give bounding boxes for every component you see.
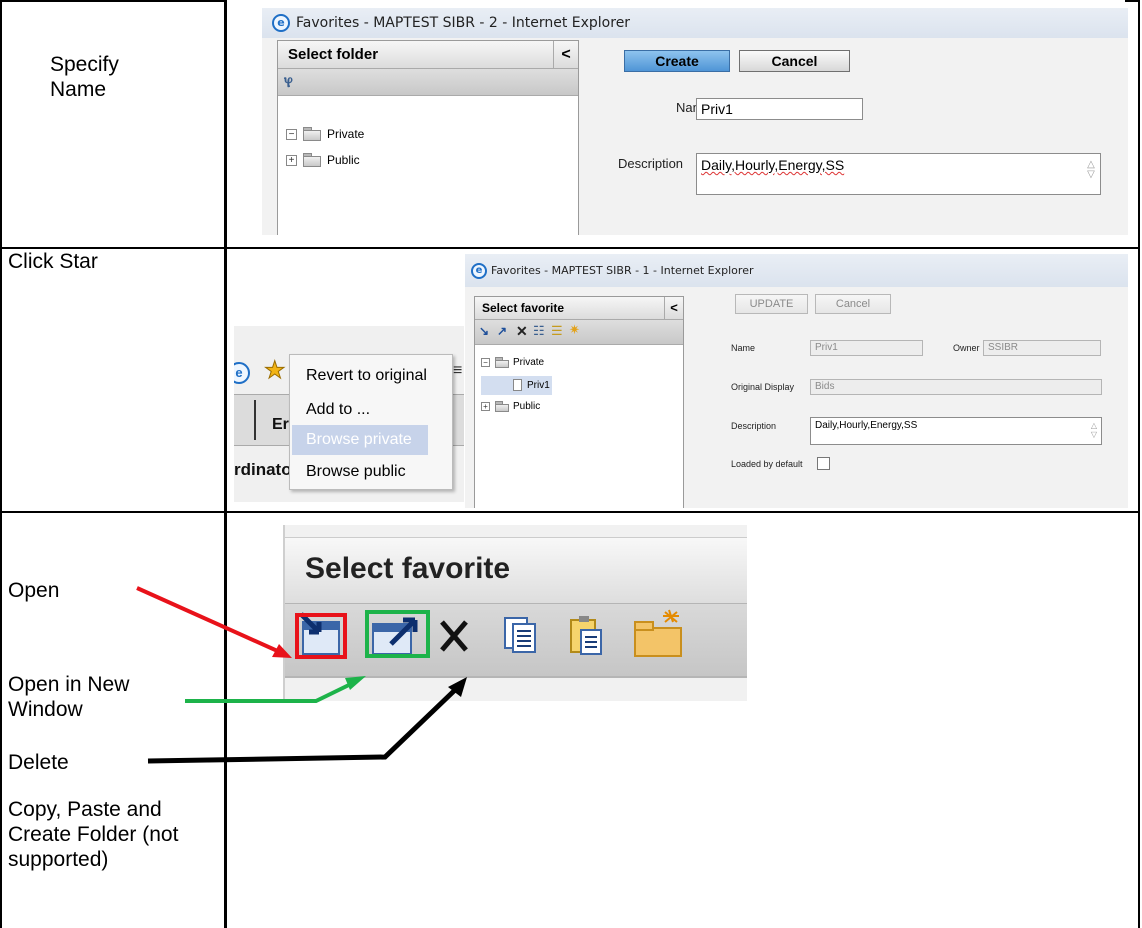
tree-item-private[interactable]: − Private [286,127,364,141]
menu-item-add-to[interactable]: Add to ... [306,401,370,419]
ie-icon: e [471,262,487,279]
copy-icon[interactable]: ☷ [533,323,545,339]
collapse-toggle-icon[interactable]: − [286,128,297,140]
binoculars-icon[interactable]: Ⳡ [284,74,293,91]
owner-input[interactable]: SSIBR [983,340,1101,356]
tree-label: Priv1 [527,379,550,391]
folder-icon [495,401,509,412]
name-input[interactable]: Priv1 [696,98,863,120]
name-label: Name [731,343,756,353]
favorites-window-1: e Favorites - MAPTEST SIBR - 2 - Interne… [262,8,1128,235]
paste-icon[interactable] [570,616,602,655]
tree-label: Private [513,357,545,368]
expand-toggle-icon[interactable]: + [286,154,297,166]
favorites-star-icon[interactable]: ★ [264,356,286,385]
tree-label: Public [327,153,360,167]
red-arrow [136,586,292,658]
window-title: Favorites - MAPTEST SIBR - 2 - Internet … [296,15,631,31]
description-label: Description [731,421,777,431]
original-display-input[interactable]: Bids [810,379,1102,395]
tree-item-public[interactable]: + Public [481,401,540,412]
window-title: Favorites - MAPTEST SIBR - 1 - Internet … [491,264,754,277]
delete-icon[interactable]: ✕ [516,323,528,340]
collapse-icon[interactable]: < [553,41,578,68]
loaded-by-default-checkbox[interactable] [817,457,830,470]
folder-icon [303,153,321,167]
select-folder-panel: Select folder < Ⳡ − Private + Public [277,40,579,235]
description-text: Daily,Hourly,Energy,SS [701,157,845,173]
panel-toolbar: Ⳡ [278,69,578,96]
tree-label: Private [327,127,365,141]
create-button[interactable]: Create [624,50,730,72]
loaded-by-default-label: Loaded by default [731,459,803,469]
owner-label: Owner [953,343,980,353]
table-column-divider [224,0,227,928]
list-icon: ≡ [453,362,463,379]
open-new-window-icon[interactable]: ↗ [497,324,507,338]
collapse-toggle-icon[interactable]: − [481,358,490,367]
create-folder-icon[interactable] [634,609,682,657]
scroll-arrows-icon: △ ▽ [1090,421,1098,439]
update-button[interactable]: UPDATE [735,294,808,314]
description-textarea[interactable]: Daily,Hourly,Energy,SS △ ▽ [810,417,1102,445]
table-row-divider-1 [0,247,1140,249]
description-text: Daily,Hourly,Energy,SS [815,420,918,431]
cancel-button[interactable]: Cancel [815,294,891,314]
context-menu: Revert to original Add to ... Browse pri… [289,354,453,490]
window-title-bar: e Favorites - MAPTEST SIBR - 2 - Interne… [262,8,1128,38]
partial-text: rdinato [234,460,292,479]
black-arrow [147,677,467,764]
panel-toolbar: ↘ ↗ ✕ ☷ ☰ ✷ [475,320,683,345]
table-border-left [0,0,2,928]
menu-item-revert[interactable]: Revert to original [306,367,427,385]
tab-edge-line [254,400,256,440]
document-icon [513,379,522,391]
panel-title: Select folder [288,46,379,63]
create-folder-icon[interactable]: ✷ [569,322,580,338]
row1-label: Specify Name [50,53,119,101]
original-display-label: Original Display [731,382,795,392]
menu-item-browse-public[interactable]: Browse public [306,463,406,481]
collapse-icon[interactable]: < [664,297,683,319]
tree-item-public[interactable]: + Public [286,153,360,167]
ie-icon: e [272,14,290,32]
cancel-button[interactable]: Cancel [739,50,850,72]
folder-icon [495,357,509,368]
ie-icon: e [234,362,250,384]
annotation-arrows [136,586,467,764]
name-input[interactable]: Priv1 [810,340,923,356]
description-textarea[interactable]: Daily,Hourly,Energy,SS △ ▽ [696,153,1101,195]
favorites-window-2: e Favorites - MAPTEST SIBR - 1 - Interne… [465,254,1128,508]
unsupported-label: Copy, Paste and Create Folder (not suppo… [8,798,179,871]
expand-toggle-icon[interactable]: + [481,402,490,411]
folder-icon [303,127,321,141]
tab-partial-label: Er [272,416,289,433]
paste-icon[interactable]: ☰ [551,323,563,339]
table-border-top [0,0,226,2]
select-favorite-panel: Select favorite < ↘ ↗ ✕ ☷ ☰ ✷ − Private … [474,296,684,508]
browser-toolbar-snippet: Er rdinato e ★ ≡ Revert to original Add … [234,326,464,502]
table-border-right [1138,0,1140,928]
panel-header: Select folder < [278,41,578,69]
tree-item-priv1[interactable]: Priv1 [513,379,550,391]
menu-item-browse-private[interactable]: Browse private [306,431,412,449]
description-label: Description [618,156,684,171]
window-title-bar: e Favorites - MAPTEST SIBR - 1 - Interne… [465,254,1128,287]
scroll-arrows-icon: △ ▽ [1087,159,1095,180]
green-arrow [185,676,366,703]
panel-title: Select favorite [482,301,565,315]
open-icon[interactable]: ↘ [479,324,489,338]
tree-label: Public [513,401,541,412]
row2-label: Click Star [8,250,98,273]
panel-header: Select favorite < [475,297,683,320]
tree-item-private[interactable]: − Private [481,357,544,368]
